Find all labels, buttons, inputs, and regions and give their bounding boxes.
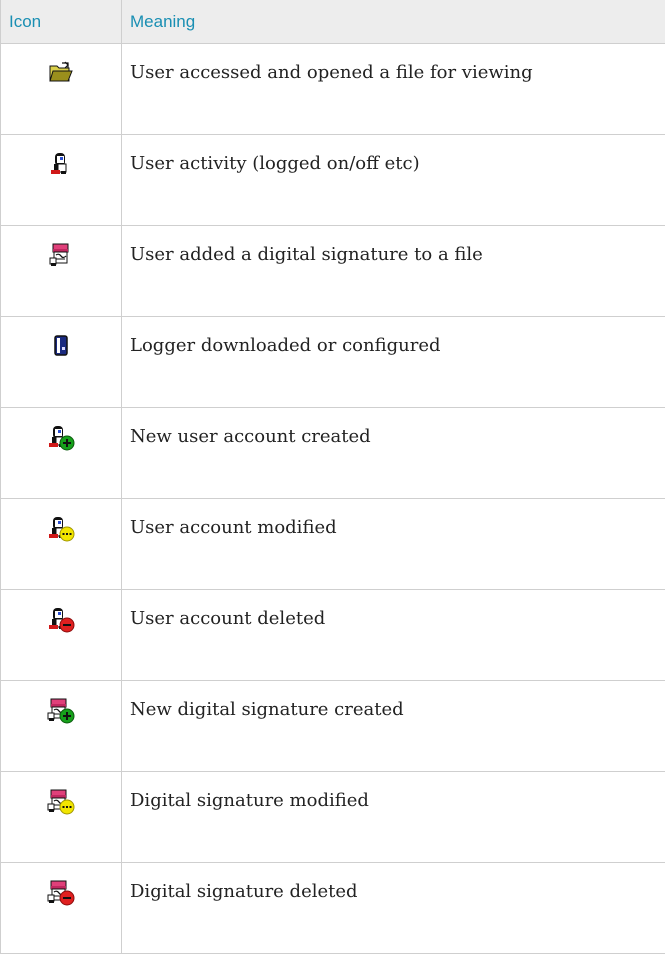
icon-column-header: Icon xyxy=(1,0,122,44)
meaning-cell: User added a digital signature to a file xyxy=(122,226,665,317)
meaning-cell: User accessed and opened a file for view… xyxy=(122,44,665,135)
user-delete-icon xyxy=(46,607,76,633)
table-row: User activity (logged on/off etc) xyxy=(1,135,665,226)
meaning-cell: New user account created xyxy=(122,408,665,499)
table-row: Digital signature modified xyxy=(1,772,665,863)
signature-icon xyxy=(48,243,74,267)
icon-cell xyxy=(1,44,122,135)
signature-modify-icon xyxy=(46,789,76,815)
open-folder-icon xyxy=(48,61,74,85)
header-row: Icon Meaning xyxy=(1,0,665,44)
icon-legend-table: Icon Meaning User accessed and opened a … xyxy=(0,0,665,954)
icon-cell xyxy=(1,135,122,226)
user-icon xyxy=(48,152,74,176)
user-modify-icon xyxy=(46,516,76,542)
icon-cell xyxy=(1,317,122,408)
meaning-cell: Logger downloaded or configured xyxy=(122,317,665,408)
icon-cell xyxy=(1,226,122,317)
table-row: New user account created xyxy=(1,408,665,499)
table-row: User accessed and opened a file for view… xyxy=(1,44,665,135)
user-add-icon xyxy=(46,425,76,451)
icon-cell xyxy=(1,590,122,681)
meaning-cell: Digital signature modified xyxy=(122,772,665,863)
icon-cell xyxy=(1,408,122,499)
table-row: User account deleted xyxy=(1,590,665,681)
table-row: User account modified xyxy=(1,499,665,590)
signature-add-icon xyxy=(46,698,76,724)
meaning-cell: Digital signature deleted xyxy=(122,863,665,954)
icon-cell xyxy=(1,772,122,863)
meaning-cell: User account modified xyxy=(122,499,665,590)
icon-cell xyxy=(1,499,122,590)
table-row: New digital signature created xyxy=(1,681,665,772)
table-row: Digital signature deleted xyxy=(1,863,665,954)
meaning-cell: User account deleted xyxy=(122,590,665,681)
icon-cell xyxy=(1,863,122,954)
meaning-cell: New digital signature created xyxy=(122,681,665,772)
signature-delete-icon xyxy=(46,880,76,906)
logger-icon xyxy=(48,334,74,358)
table-row: Logger downloaded or configured xyxy=(1,317,665,408)
table-row: User added a digital signature to a file xyxy=(1,226,665,317)
meaning-column-header: Meaning xyxy=(122,0,665,44)
meaning-cell: User activity (logged on/off etc) xyxy=(122,135,665,226)
icon-cell xyxy=(1,681,122,772)
